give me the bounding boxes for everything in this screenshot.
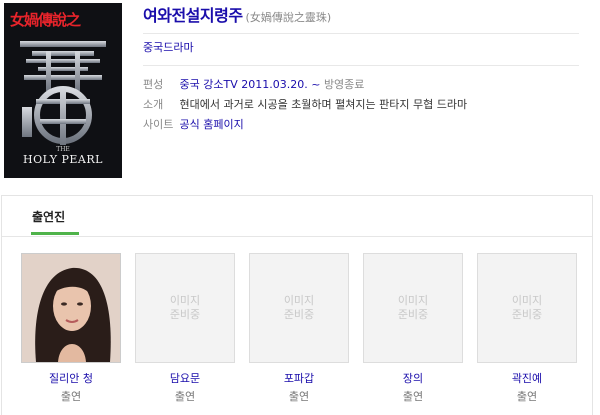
broadcast-date: 2011.03.20. ~ xyxy=(241,78,321,91)
poster-chinese-title: 女媧傳說之 xyxy=(10,11,81,29)
cast-role: 출연 xyxy=(174,390,196,403)
cast-card[interactable]: 이미지 준비중 곽진예 출연 xyxy=(477,253,577,404)
cast-role: 출연 xyxy=(516,390,538,403)
poster-the: THE xyxy=(56,146,70,153)
official-site-link[interactable]: 공식 홈페이지 xyxy=(180,118,244,131)
cast-section: 출연진 질리안 청 출연 이미지 준비중 담요문 출연 이미지 준비중 포파갑 … xyxy=(1,195,593,415)
drama-info: 여와전설지령주 (女媧傳說之靈珠) 중국드라마 편성 중국 강소TV 2011.0… xyxy=(143,5,579,135)
cast-role: 출연 xyxy=(402,390,424,403)
broadcast-label: 편성 xyxy=(143,78,164,91)
placeholder-text: 이미지 xyxy=(511,294,543,307)
cast-name-link[interactable]: 질리안 청 xyxy=(21,370,121,385)
image-placeholder[interactable]: 이미지 준비중 xyxy=(363,253,463,363)
cast-card[interactable]: 이미지 준비중 포파갑 출연 xyxy=(249,253,349,404)
cast-card[interactable]: 질리안 청 출연 xyxy=(21,253,121,404)
cast-role: 출연 xyxy=(60,390,82,403)
cast-photo[interactable] xyxy=(21,253,121,363)
title-row: 여와전설지령주 (女媧傳說之靈珠) xyxy=(143,5,579,27)
cast-tabs: 출연진 xyxy=(2,196,592,237)
placeholder-text: 준비중 xyxy=(397,308,429,321)
placeholder-text: 이미지 xyxy=(397,294,429,307)
summary-text: 현대에서 과거로 시공을 초월하며 펼쳐지는 판타지 무협 드라마 xyxy=(179,98,468,111)
divider xyxy=(143,33,579,34)
placeholder-text: 준비중 xyxy=(169,308,201,321)
drama-original-title: (女媧傳說之靈珠) xyxy=(245,11,332,24)
cast-card[interactable]: 이미지 준비중 담요문 출연 xyxy=(135,253,235,404)
image-placeholder[interactable]: 이미지 준비중 xyxy=(135,253,235,363)
tab-cast[interactable]: 출연진 xyxy=(32,208,65,225)
cast-card[interactable]: 이미지 준비중 장의 출연 xyxy=(363,253,463,404)
info-rows: 편성 중국 강소TV 2011.03.20. ~ 방영종료 소개 현대에서 과거… xyxy=(143,75,579,135)
image-placeholder[interactable]: 이미지 준비중 xyxy=(477,253,577,363)
broadcast-channel-link[interactable]: 중국 강소TV xyxy=(180,78,238,91)
cast-name-link[interactable]: 담요문 xyxy=(135,370,235,385)
poster-english-title: HOLY PEARL xyxy=(23,153,103,166)
genre-link[interactable]: 중국드라마 xyxy=(143,37,579,59)
broadcast-row: 편성 중국 강소TV 2011.03.20. ~ 방영종료 xyxy=(143,75,579,95)
placeholder-text: 준비중 xyxy=(283,308,315,321)
cast-role: 출연 xyxy=(288,390,310,403)
summary-label: 소개 xyxy=(143,98,164,111)
site-label: 사이트 xyxy=(143,118,174,131)
site-row: 사이트 공식 홈페이지 xyxy=(143,115,579,135)
placeholder-text: 준비중 xyxy=(511,308,543,321)
drama-poster[interactable]: 女媧傳說之 THE HOLY PEARL xyxy=(4,3,122,178)
cast-name-link[interactable]: 포파갑 xyxy=(249,370,349,385)
summary-row: 소개 현대에서 과거로 시공을 초월하며 펼쳐지는 판타지 무협 드라마 xyxy=(143,95,579,115)
drama-title-link[interactable]: 여와전설지령주 xyxy=(143,6,243,25)
active-tab-indicator xyxy=(31,232,79,235)
cast-name-link[interactable]: 장의 xyxy=(363,370,463,385)
actor-portrait xyxy=(22,254,120,362)
poster-artwork xyxy=(20,41,106,145)
broadcast-status: 방영종료 xyxy=(323,78,365,91)
cast-name-link[interactable]: 곽진예 xyxy=(477,370,577,385)
divider xyxy=(143,65,579,66)
placeholder-text: 이미지 xyxy=(169,294,201,307)
placeholder-text: 이미지 xyxy=(283,294,315,307)
image-placeholder[interactable]: 이미지 준비중 xyxy=(249,253,349,363)
